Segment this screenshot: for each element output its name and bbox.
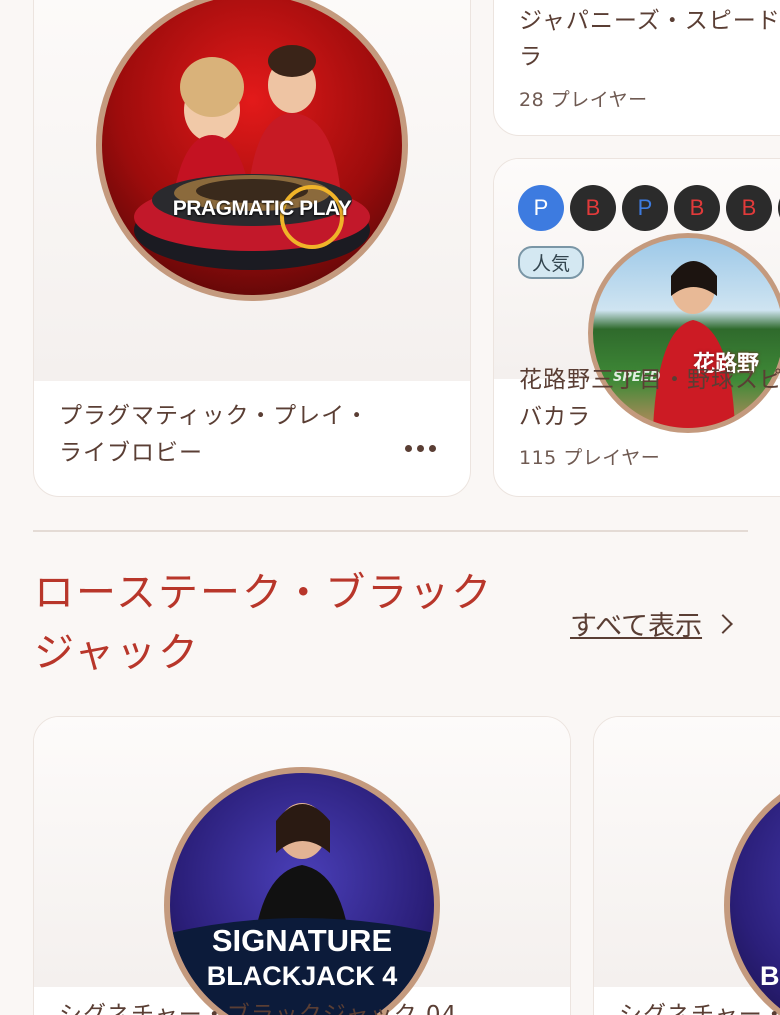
thumbnail-title-1: SIGNATURE <box>211 923 393 958</box>
see-all-link[interactable]: すべて表示 <box>570 604 733 643</box>
game-title: シグネチャー・ブラックジャック 04 <box>59 1002 458 1015</box>
dot-icon <box>405 445 412 452</box>
dot-icon <box>417 445 424 452</box>
game-title-line1: ジャパニーズ・スピード <box>519 8 780 34</box>
game-title-line2: バカラ <box>519 404 591 430</box>
game-card-signature-blackjack[interactable]: B シグネチャー・ <box>593 716 780 1015</box>
game-card-japanese-speed-baccarat[interactable]: ジャパニーズ・スピード ラ 28 プレイヤー <box>493 0 780 136</box>
roadmap-bead-player: P <box>518 185 564 231</box>
player-count: 28 プレイヤー <box>519 89 648 111</box>
dealer-thumbnail-icon <box>653 261 735 428</box>
section-divider <box>33 530 748 532</box>
dot-icon <box>429 445 436 452</box>
see-all-label: すべて表示 <box>570 611 703 642</box>
game-card-baseball-speed-baccarat[interactable]: 花路野 SPEED P B P B B 人気 花路野三丁目・野球スピ バカラ 1… <box>493 158 780 497</box>
game-title-line2: ライブロビー <box>59 440 203 466</box>
roadmap-bead-banker: B <box>570 185 616 231</box>
game-card-signature-blackjack-04[interactable]: SIGNATURE BLACKJACK 4 シグネチャー・ブラックジャック 04 <box>33 716 571 1015</box>
player-count: 115 プレイヤー <box>519 447 661 469</box>
page: PRAGMATIC PLAY プラグマティック・プレイ・ ライブロビー ジャパニ… <box>0 0 780 1015</box>
game-title: シグネチャー・ <box>619 1002 780 1015</box>
baccarat-roadmap: P B P B B <box>518 185 780 231</box>
game-title-line1: 花路野三丁目・野球スピ <box>519 367 780 393</box>
game-title-line2: ラ <box>519 44 543 70</box>
thumbnail-logo-text: PRAGMATIC PLAY <box>172 197 352 220</box>
game-thumbnail[interactable]: 花路野 SPEED <box>588 233 780 433</box>
game-thumbnail[interactable]: PRAGMATIC PLAY <box>96 0 408 301</box>
popular-badge: 人気 <box>518 246 585 279</box>
chevron-right-icon <box>713 613 733 634</box>
thumbnail-title-1: B <box>760 961 780 991</box>
game-card-pragmatic-lobby[interactable]: PRAGMATIC PLAY プラグマティック・プレイ・ ライブロビー <box>33 0 471 497</box>
thumbnail-title-2: BLACKJACK 4 <box>206 961 398 991</box>
roadmap-bead-banker: B <box>726 185 772 231</box>
roadmap-bead-banker: B <box>674 185 720 231</box>
pragmatic-roulette-thumbnail-icon <box>134 45 370 270</box>
more-options-button[interactable] <box>405 445 436 452</box>
roadmap-bead-player: P <box>622 185 668 231</box>
game-title-line1: プラグマティック・プレイ・ <box>59 403 370 429</box>
section-title: ローステーク・ブラックジャック <box>34 570 494 676</box>
